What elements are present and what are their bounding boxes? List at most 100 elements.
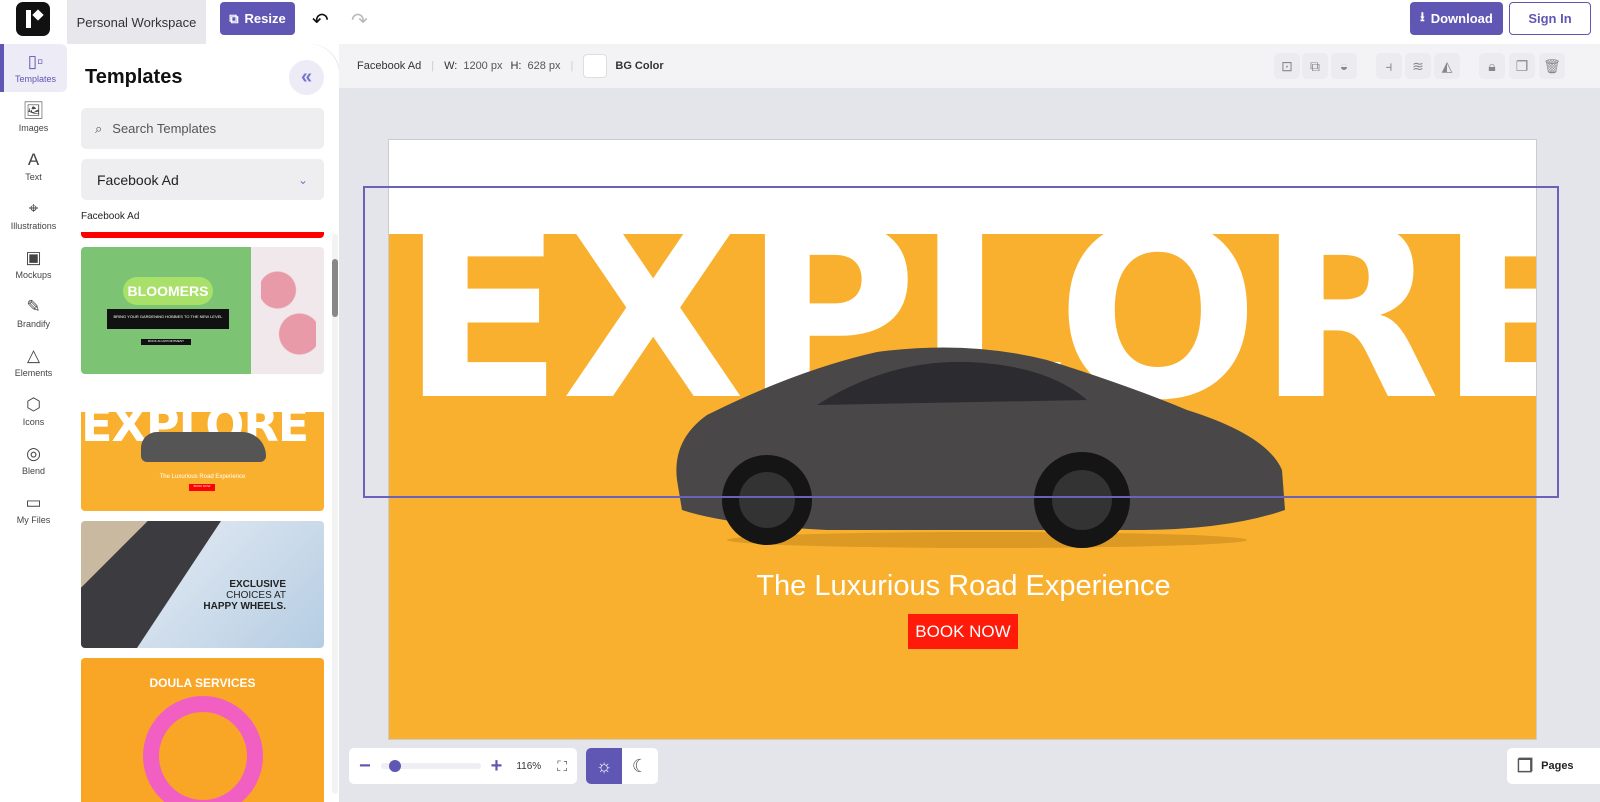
roses-image [261,257,316,367]
search-templates-input[interactable]: ⌕ Search Templates [81,108,324,149]
light-mode-icon[interactable]: ☼ [586,748,622,784]
align-icon[interactable]: ⫞ [1376,53,1402,79]
sidebar-item-mockups[interactable]: ▣ Mockups [0,240,67,288]
template-thumb-explore[interactable]: EXPLORE The Luxurious Road Experience BO… [81,384,324,511]
sidebar-item-label: Text [25,171,42,182]
position-icon[interactable]: ⊡ [1274,53,1300,79]
text-icon: A [27,149,40,169]
dark-mode-icon[interactable]: ☾ [622,748,658,784]
theme-toggle[interactable]: ☼ ☾ [586,748,658,784]
sign-in-button[interactable]: Sign In [1509,2,1591,35]
elements-icon: △ [26,345,41,365]
canvas-toolbar: Facebook Ad | W: 1200 px H: 628 px | BG … [339,44,1600,88]
app-logo[interactable] [16,2,50,36]
thumb-cta: BOOK NOW [189,484,215,491]
sidebar-item-label: Illustrations [10,220,57,231]
sidebar-item-my-files[interactable]: ▭ My Files [0,485,67,533]
car-image [141,432,266,462]
zoom-value: 116% [516,760,542,772]
bg-color-label: BG Color [615,60,664,72]
sidebar-item-label: Mockups [15,269,52,280]
panel-scrollbar[interactable] [332,234,338,794]
template-thumb-bloomers[interactable]: BLOOMERS BRING YOUR GARDENING HOBBIES TO… [81,247,324,374]
search-placeholder: Search Templates [112,121,217,136]
workspace-name[interactable]: Personal Workspace [67,0,206,44]
templates-panel: Templates « ⌕ Search Templates Facebook A… [67,44,339,802]
fullscreen-icon[interactable]: ⛶ [557,758,567,775]
collapse-panel-button[interactable]: « [289,60,324,95]
zoom-slider[interactable] [380,760,481,772]
width-value[interactable]: 1200 px [463,60,502,72]
pages-button[interactable]: ❐ Pages [1507,748,1600,784]
thumb-title: DOULA SERVICES [149,676,256,690]
templates-icon: ▯▫ [27,51,44,71]
blend-icon: ◎ [26,443,41,463]
sidebar-item-images[interactable]: 🖼 Images [0,93,67,141]
sidebar-item-text[interactable]: A Text [0,142,67,190]
width-label: W: [444,60,458,72]
thumb-cta: BOOK AN APPOINTMENT [141,339,191,345]
sidebar-item-label: Templates [14,73,57,84]
sidebar-item-elements[interactable]: △ Elements [0,338,67,386]
undo-icon[interactable]: ↶ [312,8,329,33]
icons-icon: ⬡ [26,394,41,414]
height-value[interactable]: 628 px [527,60,560,72]
illustrations-icon: ⌖ [28,198,39,218]
format-name: Facebook Ad [357,60,422,72]
zoom-slider-thumb[interactable] [389,760,402,772]
category-select[interactable]: Facebook Ad ⌄ [81,159,324,200]
lock-icon[interactable]: 🔒︎ [1479,53,1505,79]
zoom-out-icon[interactable]: − [359,755,371,778]
sidebar-item-illustrations[interactable]: ⌖ Illustrations [0,191,67,239]
redo-icon[interactable]: ↷ [351,8,368,33]
download-icon: ⭳ [1420,8,1425,24]
sidebar-item-brandify[interactable]: ✎ Brandify [0,289,67,337]
brandify-icon: ✎ [26,296,41,316]
template-thumb-happy-wheels[interactable]: EXCLUSIVE CHOICES AT HAPPY WHEELS. [81,521,324,648]
opacity-icon[interactable]: ◒ [1331,53,1357,79]
zoom-control: − + 116% ⛶ [349,748,577,784]
car-photo [81,521,221,648]
thumb-subtitle: BRING YOUR GARDENING HOBBIES TO THE NEW … [107,309,229,329]
panel-title: Templates [85,66,183,88]
layers-icon[interactable]: ≋ [1405,53,1431,79]
download-button[interactable]: ⭳ Download [1410,2,1503,35]
flip-icon[interactable]: ◭ [1434,53,1460,79]
top-bar: Personal Workspace ⧉ Resize ↶ ↷ ⭳ Download… [0,0,1600,44]
arrange-icon[interactable]: ⧉ [1302,53,1328,79]
tagline-text[interactable]: The Luxurious Road Experience [389,570,1536,603]
pages-label: Pages [1541,760,1574,772]
book-now-button[interactable]: BOOK NOW [908,614,1018,649]
height-label: H: [510,60,522,72]
resize-button[interactable]: ⧉ Resize [220,2,295,35]
search-icon: ⌕ [95,120,103,136]
scrollbar-thumb[interactable] [332,259,338,317]
selection-box[interactable] [363,186,1559,498]
sidebar-item-icons[interactable]: ⬡ Icons [0,387,67,435]
sidebar-item-label: Icons [22,416,45,427]
chevron-down-icon: ⌄ [297,172,308,187]
thumb-title: BLOOMERS [123,277,213,305]
delete-icon[interactable]: 🗑︎ [1539,53,1565,79]
sidebar-item-label: Images [18,122,49,133]
sidebar-item-templates[interactable]: ▯▫ Templates [0,44,67,92]
category-value: Facebook Ad [97,171,179,188]
mockups-icon: ▣ [25,247,42,267]
thumb-title-2: CHOICES AT [226,590,286,601]
sidebar-item-blend[interactable]: ◎ Blend [0,436,67,484]
illustration [143,696,263,802]
sidebar-item-label: My Files [16,514,51,525]
thumb-title-1: EXCLUSIVE [229,579,286,590]
template-thumb-doula[interactable]: DOULA SERVICES [81,658,324,802]
bg-color-swatch[interactable] [583,54,608,78]
workspace-area: Facebook Ad | W: 1200 px H: 628 px | BG … [339,44,1600,802]
sidebar-item-label: Brandify [16,318,51,329]
template-thumb-partial[interactable] [81,232,324,238]
duplicate-icon[interactable]: ❐ [1509,53,1535,79]
pages-icon: ❐ [1517,755,1534,776]
section-label: Facebook Ad [81,211,140,222]
download-label: Download [1430,11,1493,26]
resize-label: Resize [244,11,286,26]
resize-icon: ⧉ [229,10,239,26]
zoom-in-icon[interactable]: + [491,755,503,778]
